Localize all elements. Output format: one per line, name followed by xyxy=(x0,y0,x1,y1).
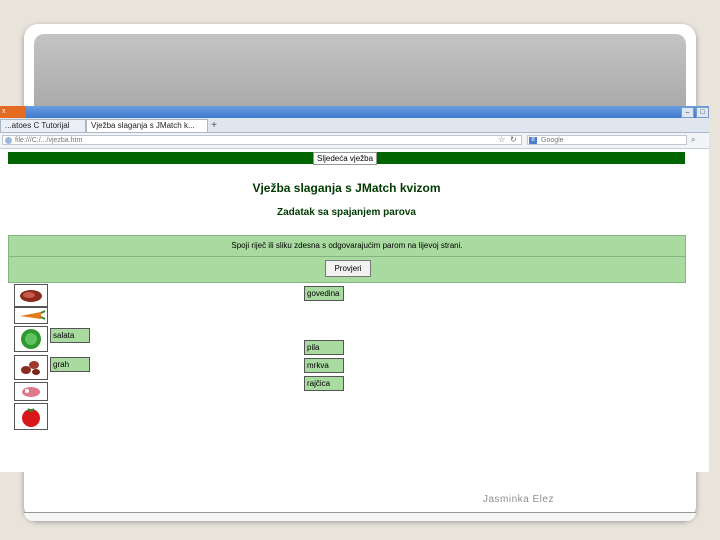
instructions: Spoji riječ ili sliku zdesna s odgovaraj… xyxy=(8,235,686,257)
search-placeholder: Google xyxy=(541,137,564,144)
word-tile-3[interactable]: mrkva xyxy=(304,358,344,373)
title-bar: x – □ xyxy=(0,106,709,118)
ham-icon xyxy=(22,387,40,397)
search-input[interactable]: 8 Google xyxy=(527,135,687,145)
minimize-icon[interactable]: – xyxy=(681,107,694,118)
lettuce-icon xyxy=(21,329,41,349)
browser-window: x – □ ...atoes C Tutorijal Vježba slagan… xyxy=(0,106,709,472)
beef-icon xyxy=(20,290,42,302)
author-footer: Jasminka Elez xyxy=(483,494,554,505)
tab-bar: ...atoes C Tutorijal Vježba slaganja s J… xyxy=(0,118,709,133)
image-ham xyxy=(14,382,48,401)
new-tab-button[interactable]: + xyxy=(208,120,220,132)
tomato-icon xyxy=(22,408,40,427)
word-tile-2[interactable]: pila xyxy=(304,340,344,355)
bookmark-star-icon[interactable]: ☆ xyxy=(498,135,505,144)
window-controls: – □ xyxy=(681,107,709,118)
image-tomato xyxy=(14,403,48,430)
word-tile-4[interactable]: rajčica xyxy=(304,376,344,391)
navigation-bar: file:///C:/.../vjezba.htm ☆ ↻ 8 Google ⌕ xyxy=(0,133,709,149)
image-beef xyxy=(14,284,48,307)
slide-header-band xyxy=(34,34,686,114)
image-beans xyxy=(14,355,48,380)
firefox-menu-button[interactable]: x xyxy=(0,106,26,118)
tab-active-quiz[interactable]: Vježba slaganja s JMatch k... xyxy=(86,119,208,132)
exercise-nav-bar: Sljedeća vježba xyxy=(8,152,685,165)
beans-icon xyxy=(21,361,40,375)
page-content: Sljedeća vježba Vježba slaganja s JMatch… xyxy=(0,148,709,472)
check-button[interactable]: Provjeri xyxy=(325,260,371,277)
url-text: file:///C:/.../vjezba.htm xyxy=(15,137,83,144)
matched-slot-2[interactable]: grah xyxy=(50,357,90,372)
page-title: Vježba slaganja s JMatch kvizom xyxy=(252,181,441,195)
reload-icon[interactable]: ↻ xyxy=(510,135,517,144)
check-row: Provjeri xyxy=(8,256,686,283)
slide-bottom-rule xyxy=(24,512,696,521)
matched-slot-1[interactable]: salata xyxy=(50,328,90,343)
page-subtitle: Zadatak sa spajanjem parova xyxy=(277,207,416,218)
carrot-icon xyxy=(20,310,46,320)
next-exercise-button[interactable]: Sljedeća vježba xyxy=(313,152,378,165)
site-identity-icon xyxy=(5,137,12,144)
image-carrot xyxy=(14,307,48,324)
word-tile-1[interactable]: govedina xyxy=(304,286,344,301)
image-lettuce xyxy=(14,326,48,352)
tab-tutorial[interactable]: ...atoes C Tutorijal xyxy=(0,119,86,132)
search-go-icon[interactable]: ⌕ xyxy=(691,135,695,145)
url-input[interactable]: file:///C:/.../vjezba.htm xyxy=(2,135,522,145)
maximize-icon[interactable]: □ xyxy=(696,107,709,118)
google-search-icon: 8 xyxy=(529,137,537,144)
